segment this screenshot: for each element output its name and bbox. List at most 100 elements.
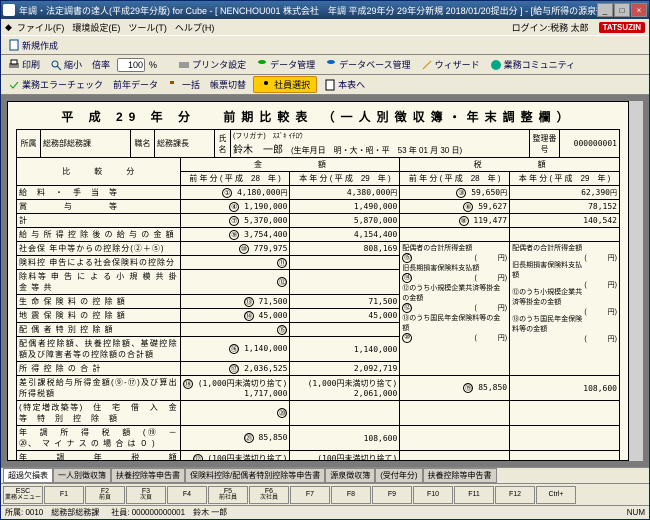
status-num: NUM: [627, 508, 645, 517]
cell: [400, 228, 510, 242]
app-icon: [3, 4, 15, 16]
printer-icon: [178, 59, 190, 71]
hammer-icon: [168, 79, 180, 91]
fkey-f4[interactable]: F4: [167, 486, 207, 504]
cell: ③ 59,650円: [400, 186, 510, 200]
prevyear-button[interactable]: 前年データ: [110, 77, 161, 92]
new-button[interactable]: 新規作成: [5, 38, 61, 53]
minimize-button[interactable]: _: [597, 3, 613, 17]
zoom-out-button[interactable]: 縮小: [47, 57, 85, 72]
main-sheet-button[interactable]: 本表へ: [321, 77, 368, 92]
login-user: ログイン:税務 太郎: [512, 21, 589, 34]
fkey-f9[interactable]: F9: [372, 486, 412, 504]
cell: ⑪: [180, 256, 290, 270]
cell: [400, 451, 510, 462]
row-label: (特定増改築等) 住 宅 借 入 金 等 特 別 控 除 額: [17, 401, 181, 426]
fkey-f8[interactable]: F8: [331, 486, 371, 504]
fkey-f3[interactable]: F3次頁: [126, 486, 166, 504]
fkey-ctrl+[interactable]: Ctrl+: [536, 486, 576, 504]
fkey-f5[interactable]: F5前社員: [208, 486, 248, 504]
fkey-f1[interactable]: F1: [44, 486, 84, 504]
table-row: 賞 与 等④ 1,190,0001,490,000⑥ 59,62778,152: [17, 200, 620, 214]
table-row: 計⑦ 5,370,0005,870,000⑧ 119,477140,542: [17, 214, 620, 228]
menu-file[interactable]: ファイル(F): [14, 21, 68, 34]
cell: ㉒ (100円未満切り捨て) 87,600: [180, 451, 290, 462]
cell: [290, 256, 400, 270]
print-icon: [8, 59, 20, 71]
row-label: 除料等 申 告 に よ る 小 規 模 共 掛 金 等 共: [17, 270, 181, 295]
cell: ⑧ 119,477: [400, 214, 510, 228]
row-label: 計: [17, 214, 181, 228]
fkey-f10[interactable]: F10: [413, 486, 453, 504]
row-label: 険料控 申告による社会保険料の控除分: [17, 256, 181, 270]
table-row: 年 調 年 税 額 ( ㉑ × １０２.１％ )㉒ (100円未満切り捨て) 8…: [17, 451, 620, 462]
wizard-button[interactable]: ウィザード: [418, 57, 483, 72]
table-row: 給 料 ・ 手 当 等① 4,180,000円4,380,000円③ 59,65…: [17, 186, 620, 200]
form-tab[interactable]: (受付年分): [375, 468, 422, 483]
fkey-f12[interactable]: F12: [495, 486, 535, 504]
menu-env[interactable]: 環境設定(E): [69, 21, 123, 34]
cell: 2,092,719: [290, 362, 400, 376]
fkey-f11[interactable]: F11: [454, 486, 494, 504]
col-prev1: 前 年 分 ( 平 成 28 年 ): [180, 172, 290, 186]
fkey-esc[interactable]: ESC業務メニュー: [3, 486, 43, 504]
form-tab[interactable]: 一人別徴収簿: [53, 468, 111, 483]
close-button[interactable]: ×: [631, 3, 647, 17]
cell: 62,390円: [510, 186, 620, 200]
cell: ⑭ 45,000: [180, 309, 290, 323]
form-tab[interactable]: 扶養控除等申告書: [423, 468, 497, 483]
scrollbar[interactable]: [629, 101, 643, 461]
errcheck-button[interactable]: 業務エラーチェック: [5, 77, 106, 92]
community-button[interactable]: 業務コミュニティ: [487, 57, 578, 72]
globe-icon: [490, 59, 502, 71]
db-mgmt-button[interactable]: データベース管理: [322, 57, 414, 72]
sect-value: 総務部総務課: [41, 130, 131, 158]
name-label: 氏名: [215, 130, 231, 158]
zoom-label: 倍率: [89, 57, 113, 72]
printer-settings-button[interactable]: プリンタ設定: [175, 57, 249, 72]
cell: [510, 426, 620, 451]
doc-title: 平 成 29 年 分 前期比較表 （一人別徴収簿・年末調整欄）: [16, 108, 620, 125]
fkey-f7[interactable]: F7: [290, 486, 330, 504]
cell: [510, 401, 620, 426]
cell: 45,000: [290, 309, 400, 323]
menubar: ◆ ファイル(F) 環境設定(E) ツール(T) ヘルプ(H) ログイン:税務 …: [1, 19, 649, 35]
form-tab[interactable]: 源泉徴収簿: [325, 468, 375, 483]
seiri-label: 整理番号: [530, 130, 560, 158]
maximize-button[interactable]: □: [614, 3, 630, 17]
fkey-f2[interactable]: F2前頁: [85, 486, 125, 504]
sheet-icon: [324, 79, 336, 91]
print-button[interactable]: 印刷: [5, 57, 43, 72]
cell: 1,490,000: [290, 200, 400, 214]
col-prev2: 前 年 分 ( 平 成 28 年 ): [400, 172, 510, 186]
form-tab[interactable]: 超過欠損表: [3, 468, 53, 483]
cell: ⑯ 1,140,000: [180, 337, 290, 362]
function-keys: ESC業務メニューF1F2前頁F3次頁F4F5前社員F6次社員F7F8F9F10…: [1, 483, 649, 505]
app-small-icon: ◆: [5, 22, 12, 33]
form-tab[interactable]: 保険料控除/配偶者特別控除等申告書: [185, 468, 325, 483]
table-row: (特定増改築等) 住 宅 借 入 金 等 特 別 控 除 額⑳: [17, 401, 620, 426]
cell: (1,000円未満切り捨て) 2,061,000: [290, 376, 400, 401]
form-tab[interactable]: 扶養控除等申告書: [111, 468, 185, 483]
menu-tool[interactable]: ツール(T): [125, 21, 170, 34]
batch-button[interactable]: 一括: [165, 77, 203, 92]
cell: ⑩ 779,975: [180, 242, 290, 256]
col-zei: 税 額: [400, 158, 620, 172]
fkey-f6[interactable]: F6次社員: [249, 486, 289, 504]
form-switch-button[interactable]: 帳票切替: [207, 77, 249, 92]
cell: 78,152: [510, 200, 620, 214]
row-label: 賞 与 等: [17, 200, 181, 214]
cell: [510, 451, 620, 462]
table-row: 給 与 所 得 控 除 後 の 給 与 の 金 額⑨ 3,754,4004,15…: [17, 228, 620, 242]
toolbar-3: 業務エラーチェック 前年データ 一括 帳票切替 社員選択 本表へ: [1, 75, 649, 95]
menu-help[interactable]: ヘルプ(H): [172, 21, 218, 34]
pos-label: 職名: [131, 130, 155, 158]
zoom-input[interactable]: [117, 58, 145, 72]
data-mgmt-button[interactable]: データ管理: [253, 57, 318, 72]
row-label: 差引課税給与所得金額(⑨-⑰)及び算出所得税額: [17, 376, 181, 401]
emp-select-button[interactable]: 社員選択: [253, 76, 317, 93]
cell: 108,600: [290, 426, 400, 451]
row-label: 給 与 所 得 控 除 後 の 給 与 の 金 額: [17, 228, 181, 242]
cell: ⑫: [180, 270, 290, 295]
status-emp: 社員: 000000000001 鈴木 一郎: [111, 507, 227, 518]
